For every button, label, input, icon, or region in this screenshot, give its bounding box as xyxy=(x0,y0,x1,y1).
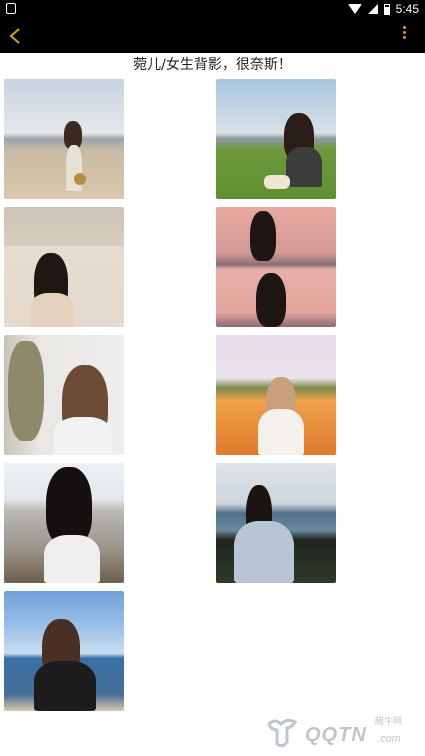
photo-tile-9[interactable] xyxy=(4,591,124,711)
watermark-small: 腾牛网 xyxy=(375,717,403,727)
more-options-button[interactable] xyxy=(401,26,407,46)
watermark: QQTN 腾牛网 .com xyxy=(265,714,415,750)
photo-tile-4[interactable] xyxy=(216,207,336,327)
more-vertical-icon xyxy=(402,26,406,29)
watermark-main: QQTN xyxy=(305,724,367,746)
status-bar: 5:45 xyxy=(0,0,425,18)
chevron-left-icon xyxy=(9,28,20,44)
wifi-icon xyxy=(347,4,362,14)
status-time: 5:45 xyxy=(395,2,419,16)
photo-tile-7[interactable] xyxy=(4,463,124,583)
app-toolbar xyxy=(0,18,425,53)
page-title: 菀儿/女生背影，很奈斯！ xyxy=(133,57,292,73)
battery-icon xyxy=(383,3,390,15)
photo-tile-1[interactable] xyxy=(4,79,124,199)
photo-tile-3[interactable] xyxy=(4,207,124,327)
watermark-suffix: .com xyxy=(377,733,401,745)
photo-tile-2[interactable] xyxy=(216,79,336,199)
status-icons: 5:45 xyxy=(347,1,419,17)
photo-tile-8[interactable] xyxy=(216,463,336,583)
photo-tile-6[interactable] xyxy=(216,335,336,455)
back-button[interactable] xyxy=(4,22,28,50)
bull-logo-icon xyxy=(267,718,298,748)
signal-icon xyxy=(367,4,378,14)
photo-tile-5[interactable] xyxy=(4,335,124,455)
notification-icon xyxy=(6,3,16,14)
